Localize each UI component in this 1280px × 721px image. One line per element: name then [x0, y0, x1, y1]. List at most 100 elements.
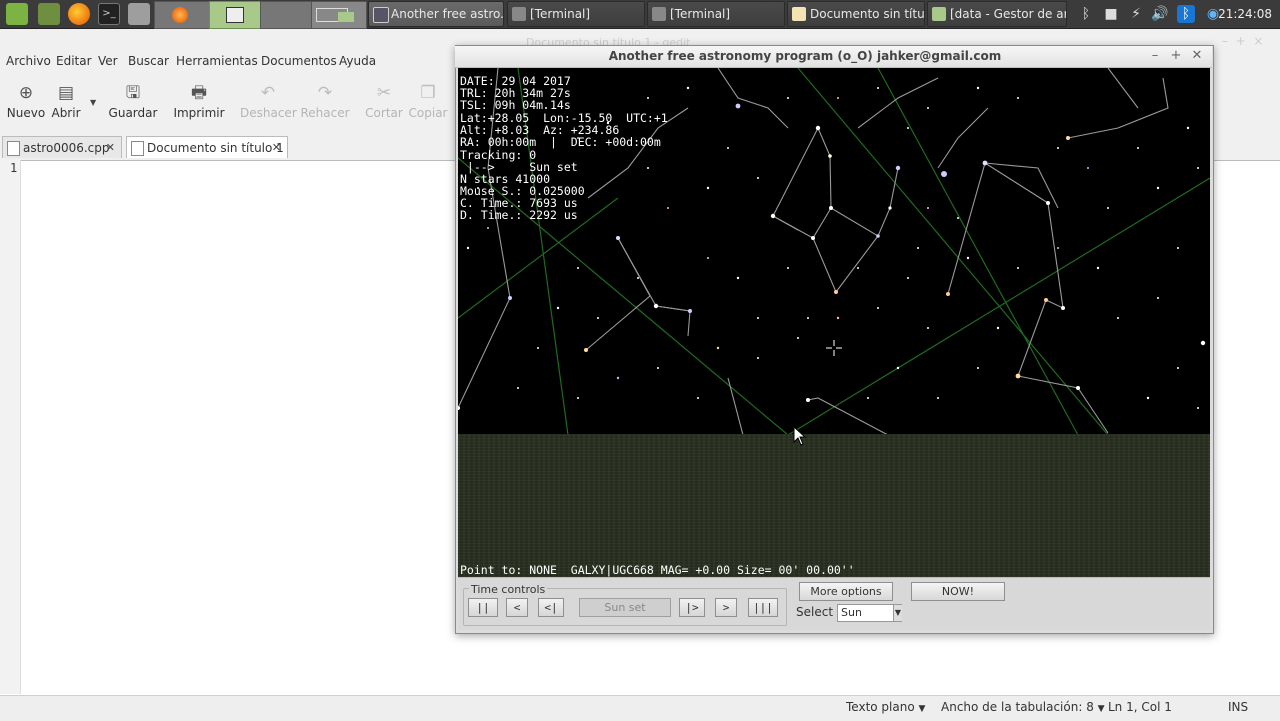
task-label: Another free astro... [391, 7, 504, 21]
point-to-readout: Point to: NONE GALXY|UGC668 MAG= +0.00 S… [460, 563, 855, 577]
workspace-3[interactable] [260, 1, 312, 29]
more-options-button[interactable]: More options [799, 582, 893, 601]
line-number: 1 [10, 161, 18, 175]
menu-editar[interactable]: Editar [56, 54, 92, 68]
close-icon[interactable]: ✕ [272, 137, 281, 159]
firefox-icon[interactable] [68, 3, 90, 25]
time-controls-label: Time controls [469, 583, 548, 596]
tab-label: Documento sin título 1 [147, 141, 284, 155]
close-icon[interactable]: ✕ [1189, 48, 1205, 63]
open-icon: ▤ [57, 83, 75, 103]
open-dropdown-icon[interactable]: ▼ [90, 98, 96, 107]
cut-button[interactable]: ✂ Cortar [364, 84, 404, 120]
cursor-position: Ln 1, Col 1 [1108, 700, 1172, 714]
hud-radec: RA: 00h:00m | DEC: +00d:00m [460, 135, 661, 149]
workspace-1[interactable] [154, 1, 210, 29]
open-button[interactable]: ▤ Abrir [46, 84, 86, 120]
save-label: Guardar [108, 106, 158, 120]
undo-button[interactable]: ↶ Deshacer [240, 84, 297, 120]
folder-icon [932, 7, 946, 21]
close-icon[interactable]: ✕ [106, 137, 115, 159]
now-button[interactable]: NOW! [911, 582, 1005, 601]
mint-menu-icon[interactable] [6, 3, 28, 25]
tab-width-label: Ancho de la tabulación: 8 [941, 700, 1094, 714]
maximize-icon[interactable]: + [1168, 48, 1184, 63]
step-forward-button[interactable]: |> [679, 598, 705, 617]
task-terminal-2[interactable]: [Terminal] [647, 1, 785, 27]
taskbar: >_ Another free astro... [Terminal] [Ter… [0, 0, 1280, 29]
menu-ver[interactable]: Ver [98, 54, 118, 68]
undo-label: Deshacer [240, 106, 297, 120]
cut-label: Cortar [365, 106, 403, 120]
object-select-value: Sun [841, 606, 862, 619]
ground-horizon [458, 434, 1210, 577]
task-terminal-1[interactable]: [Terminal] [507, 1, 645, 27]
menu-archivo[interactable]: Archivo [6, 54, 51, 68]
redo-label: Rehacer [300, 106, 350, 120]
new-document-icon: ⊕ [18, 83, 34, 103]
menu-herramientas[interactable]: Herramientas [176, 54, 258, 68]
terminal-icon [512, 7, 526, 21]
line-gutter [0, 160, 21, 694]
printer-icon: 🖶 [190, 83, 208, 103]
terminal-icon[interactable]: >_ [98, 3, 120, 25]
step-back-button[interactable]: <| [538, 598, 564, 617]
save-button[interactable]: 🖫 Guardar [108, 84, 158, 120]
redo-icon: ↷ [317, 83, 333, 103]
show-desktop-icon[interactable] [38, 3, 60, 25]
menu-documentos[interactable]: Documentos [261, 54, 337, 68]
task-label: [Terminal] [530, 7, 591, 21]
print-label: Imprimir [173, 106, 225, 120]
task-gedit[interactable]: Documento sin títul... [787, 1, 925, 27]
forward-button[interactable]: > [715, 598, 737, 617]
language-selector[interactable]: Texto plano ▼ [846, 700, 925, 714]
file-icon [131, 141, 144, 156]
task-file-manager[interactable]: [data - Gestor de ar... [927, 1, 1067, 27]
file-icon [7, 141, 20, 156]
dropdown-icon: ▼ [918, 704, 926, 714]
insert-mode: INS [1228, 700, 1249, 714]
tab-label: astro0006.cpp [23, 141, 110, 155]
redo-button[interactable]: ↷ Rehacer [300, 84, 350, 120]
minimize-icon[interactable]: – [1147, 48, 1163, 63]
bluetooth-icon[interactable]: ᛒ [1077, 5, 1095, 23]
print-button[interactable]: 🖶 Imprimir [172, 84, 226, 120]
workspace-4[interactable] [311, 1, 367, 29]
bluetooth-applet-icon[interactable]: ᛒ [1177, 5, 1195, 23]
mouse-pointer-icon [793, 425, 807, 449]
files-icon[interactable] [128, 3, 150, 25]
copy-button[interactable]: ❐ Copiar [406, 84, 450, 120]
clock[interactable]: 21:24:08 [1218, 0, 1272, 28]
display-icon[interactable]: ■ [1102, 5, 1120, 23]
workspace-2[interactable] [209, 1, 261, 29]
menu-ayuda[interactable]: Ayuda [339, 54, 376, 68]
task-label: Documento sin títul... [810, 7, 925, 21]
terminal-icon [652, 7, 666, 21]
language-label: Texto plano [846, 700, 915, 714]
new-label: Nuevo [6, 106, 46, 120]
chevron-down-icon[interactable]: ▼ [893, 605, 902, 621]
new-button[interactable]: ⊕ Nuevo [6, 84, 46, 120]
menu-buscar[interactable]: Buscar [128, 54, 169, 68]
tab-documento[interactable]: Documento sin título 1 ✕ [126, 136, 288, 158]
scissors-icon: ✂ [376, 83, 392, 103]
gedit-window-controls: – + × [1222, 34, 1264, 48]
tab-astro-cpp[interactable]: astro0006.cpp ✕ [2, 136, 122, 158]
astro-title: Another free astronomy program (o_O) jah… [608, 49, 1002, 63]
pause-button[interactable]: || [468, 598, 498, 617]
copy-label: Copiar [408, 106, 448, 120]
back-button[interactable]: < [506, 598, 528, 617]
network-icon[interactable]: ⚡ [1127, 5, 1145, 23]
task-label: [Terminal] [670, 7, 731, 21]
text-editor-icon [792, 7, 806, 21]
stop-button[interactable]: ||| [748, 598, 778, 617]
open-label: Abrir [51, 106, 81, 120]
workspace-window-icon [338, 12, 354, 22]
hud-dtime: D. Time.: 2292 us [460, 208, 578, 222]
task-astro[interactable]: Another free astro... [368, 1, 504, 27]
workspace-window-icon [226, 7, 244, 23]
hud-tsl: TSL: 09h 04m 14s [460, 98, 571, 112]
task-label: [data - Gestor de ar... [950, 7, 1067, 21]
volume-icon[interactable]: 🔊 [1151, 5, 1169, 23]
tab-width-selector[interactable]: Ancho de la tabulación: 8 ▼ [941, 700, 1105, 714]
